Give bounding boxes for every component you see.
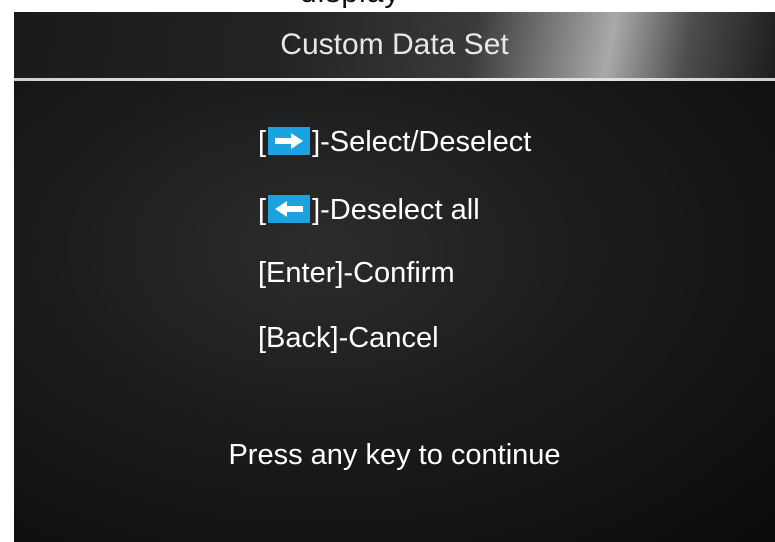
bracket-open: [ xyxy=(258,194,267,226)
title-divider xyxy=(14,78,775,81)
bracket-open: [ xyxy=(258,126,267,158)
arrow-left-icon xyxy=(268,195,311,223)
instruction-enter-confirm: [Enter]-Confirm xyxy=(258,257,455,289)
screen-title: Custom Data Set xyxy=(280,28,509,61)
instruction-back-cancel: [Back]-Cancel xyxy=(258,322,439,354)
arrow-right-icon xyxy=(268,127,311,155)
instruction-deselect-all: [ ]-Deselect all xyxy=(258,193,480,227)
title-bar: Custom Data Set xyxy=(14,12,775,78)
top-clipped-text: display xyxy=(300,0,450,8)
page: display Custom Data Set [ ]-Select/Desele… xyxy=(0,0,775,542)
continue-prompt: Press any key to continue xyxy=(228,439,561,471)
instruction-label: ]-Deselect all xyxy=(312,194,480,226)
instruction-select-deselect: [ ]-Select/Deselect xyxy=(258,125,531,159)
instruction-label: ]-Select/Deselect xyxy=(312,126,532,158)
device-screen: Custom Data Set [ ]-Select/Deselect [ ]-De… xyxy=(14,12,775,542)
